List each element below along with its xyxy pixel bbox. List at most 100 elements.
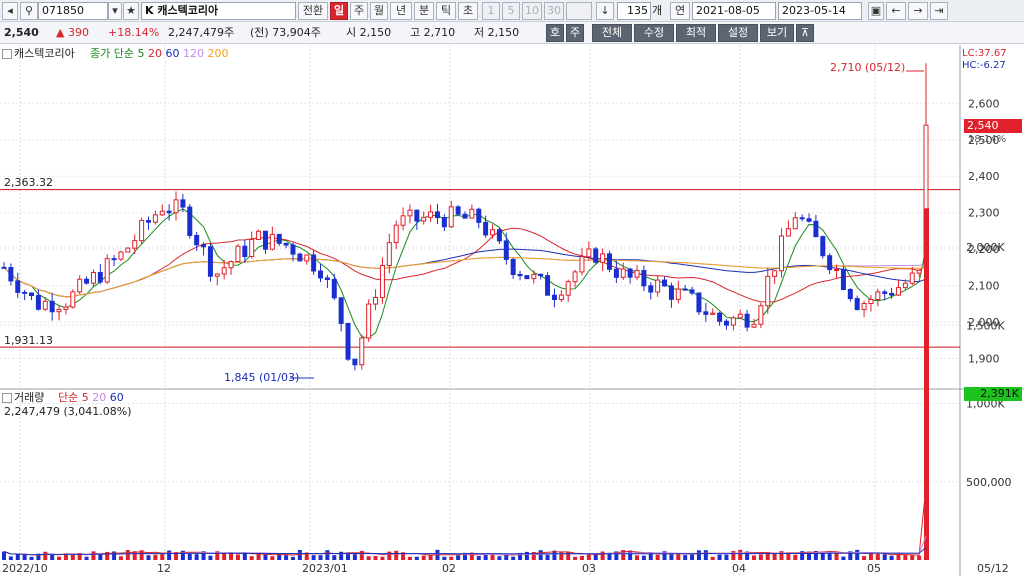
candle-body (641, 270, 647, 287)
candle-body (531, 273, 537, 280)
candle-body (813, 220, 819, 238)
candle-body (834, 268, 840, 271)
candle-body (627, 268, 633, 278)
favorite-star-icon[interactable]: ★ (123, 2, 139, 20)
ma5-legend: 종가 단순 5 (90, 47, 145, 60)
candle-body (386, 242, 392, 266)
period-second-button[interactable]: 초 (458, 2, 478, 20)
candle-body (35, 295, 41, 310)
volume-bar (641, 555, 646, 560)
current-pct-tag: 18.14% (968, 134, 1007, 145)
settings-button[interactable]: 설정 (718, 24, 758, 42)
y-tick-label: 2,600 (968, 97, 1000, 110)
candle-body (84, 278, 90, 284)
candle-body (462, 213, 468, 219)
x-tick-label: 2022/10 (2, 562, 48, 575)
candle-body (579, 256, 585, 273)
period-tick-button[interactable]: 틱 (436, 2, 456, 20)
candle-body (799, 217, 805, 220)
year-button[interactable]: 연 (670, 2, 690, 20)
candle-body (42, 300, 48, 310)
volume-bar (153, 554, 158, 560)
view-button[interactable]: 보기 (760, 24, 794, 42)
candle-body (338, 297, 344, 324)
menu-arrow-icon[interactable]: ◂ (2, 2, 18, 20)
minute-5-button[interactable]: 5 (502, 2, 520, 20)
end-arrow-icon[interactable]: ⇥ (930, 2, 948, 20)
volume-bar (235, 554, 240, 560)
convert-button[interactable]: 전환 (298, 2, 328, 20)
volume-bar (690, 554, 695, 560)
all-button[interactable]: 전체 (592, 24, 632, 42)
volume-bar (359, 550, 364, 560)
price-change-pct: +18.14% (108, 26, 160, 39)
minute-10-button[interactable]: 10 (522, 2, 542, 20)
next-arrow-icon[interactable]: → (908, 2, 928, 20)
candle-body (551, 294, 557, 301)
volume-bar (868, 553, 873, 560)
volume-legend-toggle-icon[interactable] (2, 393, 12, 403)
period-day-button[interactable]: 일 (330, 2, 348, 20)
volume-bar (476, 556, 481, 560)
current-volume-tag: 2,391K (964, 387, 1022, 401)
legend-toggle-icon[interactable] (2, 49, 12, 59)
volume-bar (717, 554, 722, 560)
down-arrow-icon[interactable]: ↓ (596, 2, 614, 20)
pin-icon[interactable]: ⊼ (796, 24, 814, 42)
prev-arrow-icon[interactable]: ← (886, 2, 906, 20)
period-minute-button[interactable]: 분 (414, 2, 434, 20)
volume-bar (373, 555, 378, 560)
period-month-button[interactable]: 월 (370, 2, 388, 20)
candle-body (379, 264, 385, 298)
high-annotation: 2,710 (05/12) (830, 61, 906, 74)
volume-bar (731, 551, 736, 560)
open-price: 시 2,150 (346, 26, 392, 39)
candle-body (297, 253, 303, 262)
current-price-tag: 2,540 (964, 119, 1022, 133)
candle-body (772, 270, 778, 277)
candle-body (586, 248, 592, 258)
candle-body (662, 279, 668, 287)
candle-body (173, 199, 179, 214)
date-to-input[interactable]: 2023-05-14 (778, 2, 862, 20)
candle-body (331, 279, 337, 299)
period-week-button[interactable]: 주 (350, 2, 368, 20)
volume-bar (297, 549, 302, 560)
candle-body (311, 254, 317, 272)
candle-body (125, 247, 131, 253)
candle-body (827, 255, 833, 271)
code-dropdown-icon[interactable]: ▾ (108, 2, 122, 20)
y-tick-label: 2,300 (968, 207, 1000, 220)
stock-name-field[interactable]: K 캐스텍코리아 (141, 2, 296, 20)
volume-bar (167, 550, 172, 560)
candle-body (15, 280, 21, 293)
bar-count-input[interactable]: 135 (617, 2, 651, 20)
save-icon[interactable]: ▣ (868, 2, 884, 20)
hline-upper-label: 2,363.32 (4, 176, 53, 189)
optimize-button[interactable]: 최적 (676, 24, 716, 42)
candle-body (744, 313, 750, 328)
candle-body (132, 240, 138, 249)
minute-1-button[interactable]: 1 (482, 2, 500, 20)
order-button[interactable]: 주 (566, 24, 584, 42)
date-from-input[interactable]: 2021-08-05 (692, 2, 776, 20)
volume-bar (573, 556, 578, 560)
volume-legend: 단순 5 20 60 (58, 391, 124, 405)
search-icon[interactable]: ⚲ (20, 2, 38, 20)
volume-bar (249, 556, 254, 560)
stock-code-input[interactable]: 071850 (38, 2, 108, 20)
candle-body (283, 242, 289, 246)
period-year-button[interactable]: 년 (390, 2, 412, 20)
quote-button[interactable]: 호 (546, 24, 564, 42)
top-toolbar: ◂ ⚲ 071850 ▾ ★ K 캐스텍코리아 전환 일 주 월 년 분 틱 초… (0, 0, 1024, 22)
volume-bar (332, 555, 337, 560)
quote-bar: 2,540 ▲ 390 +18.14% 2,247,479주 (전) 73,90… (0, 22, 1024, 44)
adjust-button[interactable]: 수정 (634, 24, 674, 42)
candle-body (889, 292, 895, 296)
chart-area[interactable]: 2022/10 12 2023/01 02 03 04 05 05/12 1,900 2,000 2… (0, 45, 1024, 576)
custom-period-field[interactable] (566, 2, 592, 20)
volume-bar (57, 556, 62, 560)
y-tick-label: 2,100 (968, 280, 1000, 293)
volume-title: 거래량 (14, 391, 45, 404)
minute-30-button[interactable]: 30 (544, 2, 564, 20)
